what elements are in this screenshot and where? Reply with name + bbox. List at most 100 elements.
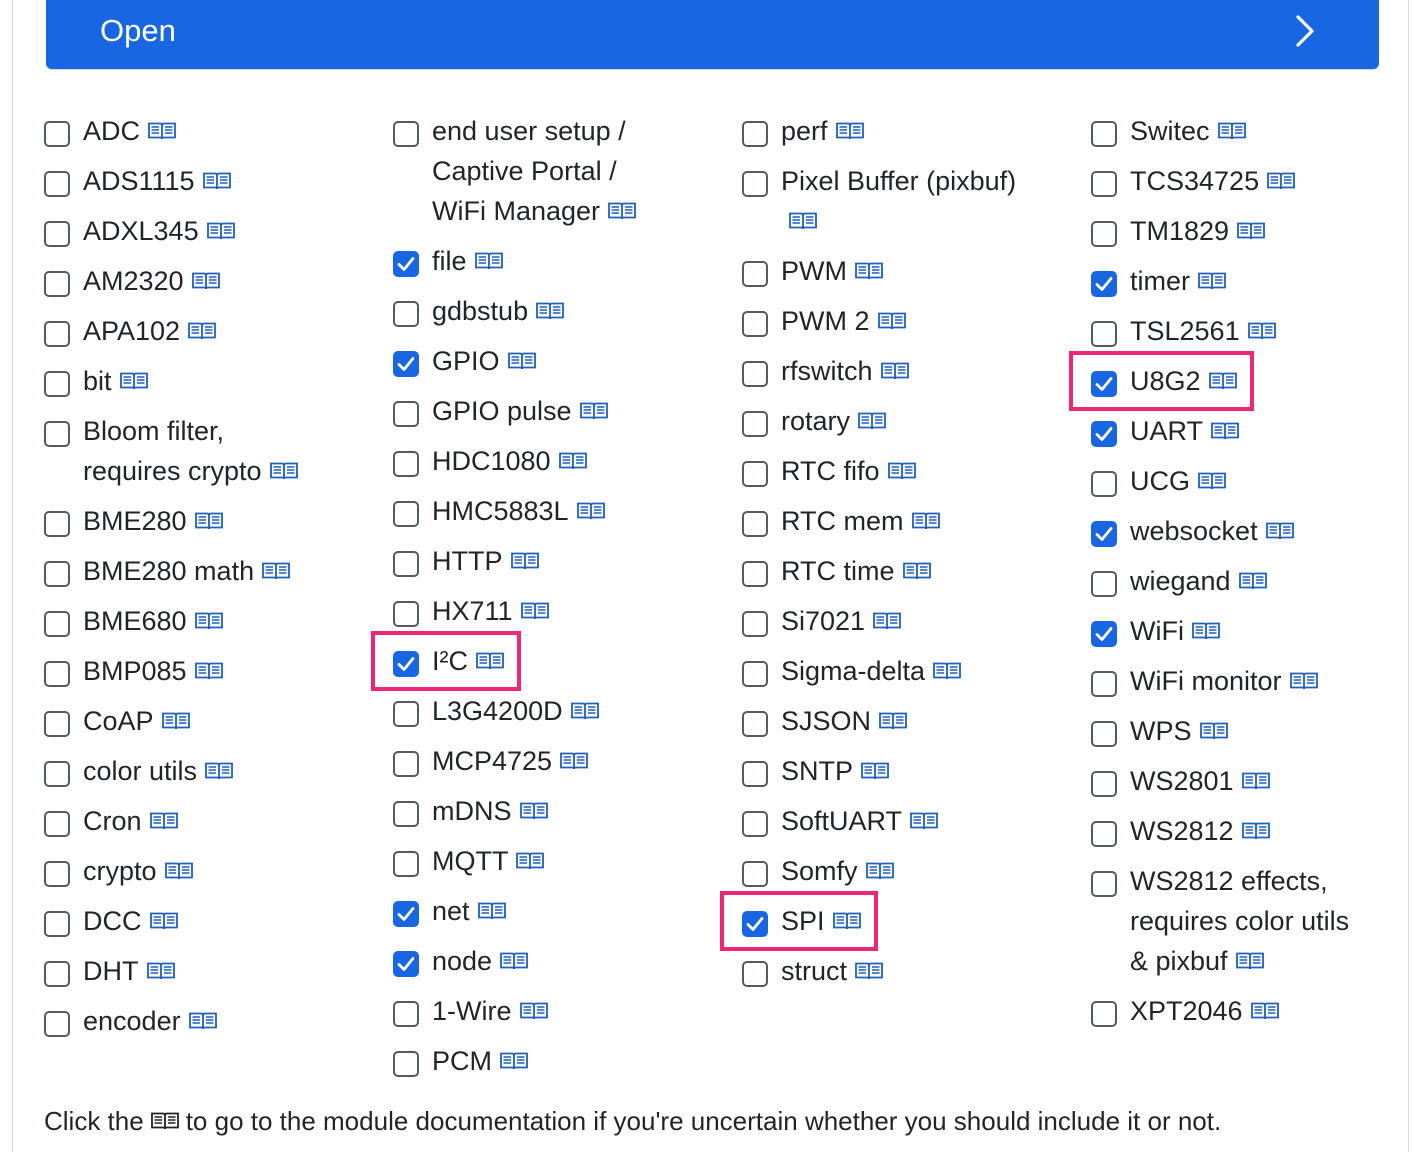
module-checkbox[interactable] xyxy=(742,661,768,687)
book-icon[interactable] xyxy=(1241,771,1271,791)
module-checkbox[interactable] xyxy=(742,121,768,147)
module-checkbox[interactable] xyxy=(1091,671,1117,697)
module-checkbox[interactable] xyxy=(742,911,768,937)
module-checkbox[interactable] xyxy=(393,951,419,977)
module-checkbox[interactable] xyxy=(393,1001,419,1027)
module-checkbox[interactable] xyxy=(393,851,419,877)
module-checkbox[interactable] xyxy=(393,651,419,677)
book-icon[interactable] xyxy=(878,711,908,731)
module-checkbox[interactable] xyxy=(1091,271,1117,297)
book-icon[interactable] xyxy=(558,451,588,471)
book-icon[interactable] xyxy=(269,461,299,481)
module-checkbox[interactable] xyxy=(742,461,768,487)
book-icon[interactable] xyxy=(535,301,565,321)
book-icon[interactable] xyxy=(194,511,224,531)
module-checkbox[interactable] xyxy=(742,561,768,587)
module-checkbox[interactable] xyxy=(742,361,768,387)
module-checkbox[interactable] xyxy=(742,411,768,437)
book-icon[interactable] xyxy=(880,361,910,381)
book-icon[interactable] xyxy=(860,761,890,781)
book-icon[interactable] xyxy=(188,1011,218,1031)
book-icon[interactable] xyxy=(788,211,818,231)
book-icon[interactable] xyxy=(607,201,637,221)
book-icon[interactable] xyxy=(832,911,862,931)
module-checkbox[interactable] xyxy=(1091,371,1117,397)
book-icon[interactable] xyxy=(1199,721,1229,741)
module-checkbox[interactable] xyxy=(44,221,70,247)
book-icon[interactable] xyxy=(1250,1001,1280,1021)
book-icon[interactable] xyxy=(559,751,589,771)
book-icon[interactable] xyxy=(1197,271,1227,291)
module-checkbox[interactable] xyxy=(44,421,70,447)
open-button[interactable]: Open xyxy=(46,0,1379,69)
book-icon[interactable] xyxy=(520,601,550,621)
book-icon[interactable] xyxy=(149,911,179,931)
book-icon[interactable] xyxy=(911,511,941,531)
module-checkbox[interactable] xyxy=(44,511,70,537)
book-icon[interactable] xyxy=(204,761,234,781)
book-icon[interactable] xyxy=(475,651,505,671)
book-icon[interactable] xyxy=(932,661,962,681)
module-checkbox[interactable] xyxy=(44,121,70,147)
module-checkbox[interactable] xyxy=(1091,721,1117,747)
book-icon[interactable] xyxy=(1210,421,1240,441)
module-checkbox[interactable] xyxy=(1091,221,1117,247)
module-checkbox[interactable] xyxy=(393,301,419,327)
book-icon[interactable] xyxy=(1289,671,1319,691)
module-checkbox[interactable] xyxy=(44,1011,70,1037)
book-icon[interactable] xyxy=(477,901,507,921)
book-icon[interactable] xyxy=(164,861,194,881)
book-icon[interactable] xyxy=(570,701,600,721)
book-icon[interactable] xyxy=(507,351,537,371)
book-icon[interactable] xyxy=(854,961,884,981)
book-icon[interactable] xyxy=(1247,321,1277,341)
module-checkbox[interactable] xyxy=(1091,471,1117,497)
book-icon[interactable] xyxy=(261,561,291,581)
book-icon[interactable] xyxy=(1241,821,1271,841)
module-checkbox[interactable] xyxy=(742,311,768,337)
book-icon[interactable] xyxy=(1238,571,1268,591)
module-checkbox[interactable] xyxy=(1091,871,1117,897)
book-icon[interactable] xyxy=(872,611,902,631)
module-checkbox[interactable] xyxy=(1091,321,1117,347)
book-icon[interactable] xyxy=(865,861,895,881)
module-checkbox[interactable] xyxy=(44,371,70,397)
book-icon[interactable] xyxy=(854,261,884,281)
book-icon[interactable] xyxy=(187,321,217,341)
book-icon[interactable] xyxy=(161,711,191,731)
module-checkbox[interactable] xyxy=(393,121,419,147)
book-icon[interactable] xyxy=(877,311,907,331)
module-checkbox[interactable] xyxy=(393,751,419,777)
module-checkbox[interactable] xyxy=(393,351,419,377)
book-icon[interactable] xyxy=(191,271,221,291)
book-icon[interactable] xyxy=(1208,371,1238,391)
book-icon[interactable] xyxy=(835,121,865,141)
module-checkbox[interactable] xyxy=(393,551,419,577)
book-icon[interactable] xyxy=(146,961,176,981)
book-icon[interactable] xyxy=(519,1001,549,1021)
module-checkbox[interactable] xyxy=(44,711,70,737)
book-icon[interactable] xyxy=(1197,471,1227,491)
module-checkbox[interactable] xyxy=(1091,571,1117,597)
module-checkbox[interactable] xyxy=(1091,521,1117,547)
module-checkbox[interactable] xyxy=(393,901,419,927)
book-icon[interactable] xyxy=(576,501,606,521)
module-checkbox[interactable] xyxy=(44,321,70,347)
module-checkbox[interactable] xyxy=(393,801,419,827)
module-checkbox[interactable] xyxy=(44,271,70,297)
module-checkbox[interactable] xyxy=(393,1051,419,1077)
book-icon[interactable] xyxy=(149,811,179,831)
book-icon[interactable] xyxy=(194,611,224,631)
module-checkbox[interactable] xyxy=(742,761,768,787)
book-icon[interactable] xyxy=(909,811,939,831)
module-checkbox[interactable] xyxy=(1091,421,1117,447)
book-icon[interactable] xyxy=(1235,951,1265,971)
book-icon[interactable] xyxy=(857,411,887,431)
module-checkbox[interactable] xyxy=(393,701,419,727)
module-checkbox[interactable] xyxy=(1091,621,1117,647)
module-checkbox[interactable] xyxy=(44,561,70,587)
module-checkbox[interactable] xyxy=(44,961,70,987)
module-checkbox[interactable] xyxy=(44,911,70,937)
module-checkbox[interactable] xyxy=(742,511,768,537)
book-icon[interactable] xyxy=(1236,221,1266,241)
